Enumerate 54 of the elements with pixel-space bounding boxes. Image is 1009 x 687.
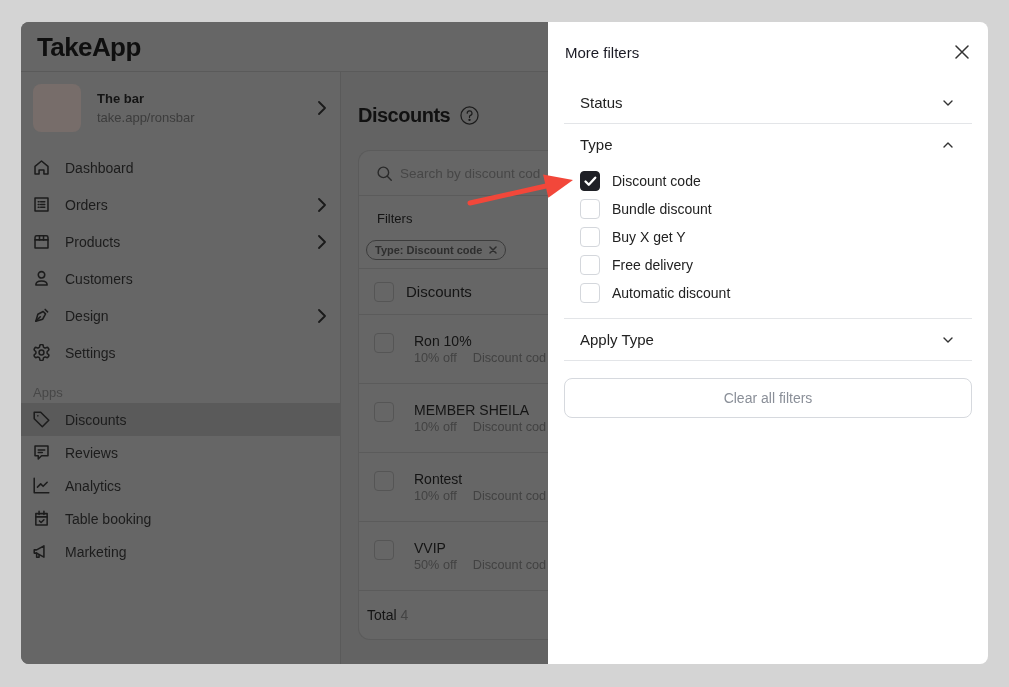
settings-icon [33, 344, 50, 361]
sidebar-item[interactable]: Customers [21, 260, 340, 297]
chevron-right-icon[interactable] [318, 197, 326, 212]
sidebar-item[interactable]: Analytics [21, 469, 340, 502]
sidebar-item[interactable]: Marketing [21, 535, 340, 568]
discount-name[interactable]: Rontest [414, 471, 463, 488]
chevron-right-icon[interactable] [318, 101, 326, 115]
chat-icon [33, 444, 50, 461]
calendar-icon [33, 510, 50, 527]
sidebar-item[interactable]: Design [21, 297, 340, 334]
discount-name[interactable]: MEMBER SHEILA [414, 402, 530, 419]
sidebar-item[interactable]: Reviews [21, 436, 340, 469]
checkbox-label[interactable]: Discount code [612, 173, 701, 189]
chevron-down-icon[interactable] [943, 99, 953, 106]
checkbox-label[interactable]: Bundle discount [612, 201, 712, 217]
sidebar-item[interactable]: Table booking [21, 502, 340, 535]
chevron-right-icon[interactable] [318, 308, 326, 323]
chevron-right-icon[interactable] [318, 234, 326, 249]
app-logo[interactable]: TakeApp [37, 31, 141, 62]
sidebar-item[interactable]: Settings [21, 334, 340, 371]
drawer-title: More filters [565, 43, 640, 61]
checkbox-label[interactable]: Buy X get Y [612, 229, 686, 245]
tag-icon [33, 411, 50, 428]
chevron-down-icon[interactable] [943, 336, 953, 343]
accordion-header[interactable]: Type [564, 124, 972, 165]
discount-name[interactable]: Ron 10% [414, 333, 472, 350]
sidebar-item[interactable]: Dashboard [21, 149, 340, 186]
page-title: Discounts [358, 103, 451, 127]
pen-icon [33, 307, 50, 324]
discount-name[interactable]: VVIP [414, 540, 446, 557]
accordion-header[interactable]: Status [564, 82, 972, 123]
column-header: Discounts [406, 283, 472, 300]
help-icon[interactable] [460, 105, 480, 125]
clear-filters-button[interactable]: Clear all filters [564, 378, 972, 418]
sidebar-item[interactable]: Discounts [21, 403, 340, 436]
search-icon [377, 165, 392, 181]
checkbox-label[interactable]: Free delivery [612, 257, 693, 273]
box-icon [33, 233, 50, 250]
store-name[interactable]: The bar [97, 90, 144, 107]
accordion-header[interactable]: Apply Type [564, 319, 972, 360]
list-icon [33, 196, 50, 213]
checkbox[interactable] [580, 171, 600, 191]
person-icon [33, 270, 50, 287]
sidebar-item[interactable]: Orders [21, 186, 340, 223]
checkbox-label[interactable]: Automatic discount [612, 285, 731, 301]
sidebar-item[interactable]: Products [21, 223, 340, 260]
remove-icon[interactable] [489, 246, 498, 254]
house-icon [33, 159, 50, 176]
checkmark-icon [584, 176, 596, 186]
filters-label: Filters [377, 211, 413, 227]
chevron-up-icon[interactable] [943, 141, 953, 148]
line-chart-icon [33, 477, 50, 494]
total-label: Total [367, 607, 397, 623]
close-icon[interactable] [955, 45, 969, 59]
